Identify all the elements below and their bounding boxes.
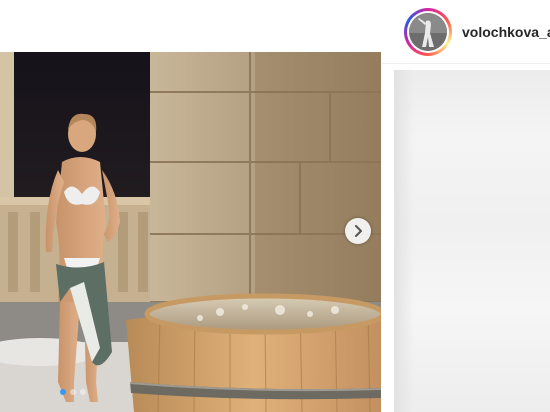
post-sidebar: volochkova_a	[382, 0, 550, 412]
blurred-comments-area	[394, 70, 550, 412]
carousel-next-button[interactable]	[345, 218, 371, 244]
avatar-ring-gap	[407, 11, 449, 53]
carousel-dot	[80, 389, 86, 395]
avatar-photo	[409, 13, 447, 51]
post-photo	[0, 52, 381, 412]
username-link[interactable]: volochkova_a	[462, 24, 550, 40]
carousel-dot	[60, 389, 66, 395]
carousel-indicator	[0, 389, 381, 395]
post-media[interactable]	[0, 52, 381, 412]
avatar[interactable]	[404, 8, 452, 56]
panel-shade	[394, 70, 414, 412]
chevron-right-icon	[355, 225, 362, 237]
post-header: volochkova_a	[382, 0, 550, 64]
carousel-dot	[70, 389, 76, 395]
